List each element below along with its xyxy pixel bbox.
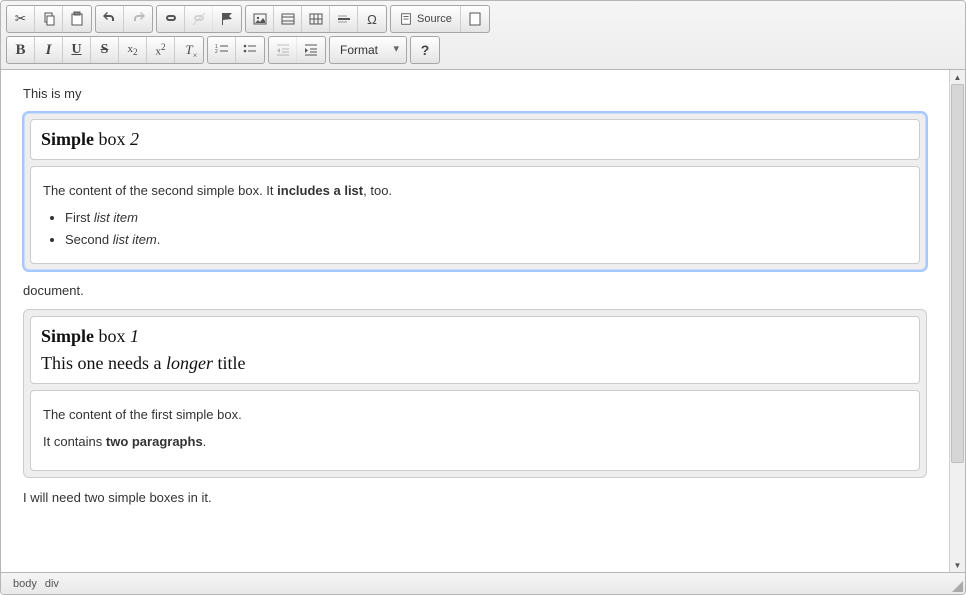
scroll-thumb[interactable] (951, 84, 964, 463)
simple-box-content[interactable]: The content of the second simple box. It… (30, 166, 920, 265)
image-button[interactable] (246, 6, 274, 32)
help-icon: ? (421, 42, 430, 58)
indent-button[interactable] (297, 37, 325, 63)
outdent-icon (275, 42, 291, 58)
bold-button[interactable]: B (7, 37, 35, 63)
toolbar: ✂ Ω Source (1, 1, 965, 70)
unlink-button[interactable] (185, 6, 213, 32)
scroll-track[interactable] (950, 84, 965, 558)
subscript-icon: x2 (127, 43, 137, 57)
content-area: This is my Simple box 2 The content of t… (1, 70, 965, 572)
media-button[interactable] (274, 6, 302, 32)
numbered-list-icon: 12 (214, 42, 230, 58)
copy-button[interactable] (35, 6, 63, 32)
simple-box-title[interactable]: Simple box 1This one needs a longer titl… (30, 316, 920, 384)
scroll-down-arrow[interactable]: ▼ (950, 558, 965, 572)
strike-icon: S (101, 42, 109, 58)
resize-handle[interactable] (952, 581, 963, 592)
subscript-button[interactable]: x2 (119, 37, 147, 63)
hr-button[interactable] (330, 6, 358, 32)
format-label: Format (340, 43, 378, 57)
strike-button[interactable]: S (91, 37, 119, 63)
help-button[interactable]: ? (410, 36, 440, 64)
media-icon (280, 11, 296, 27)
indent-icon (303, 42, 319, 58)
undo-icon (102, 11, 118, 27)
vertical-scrollbar[interactable]: ▲ ▼ (949, 70, 965, 572)
newpage-button[interactable] (461, 6, 489, 32)
indent-group (268, 36, 326, 64)
underline-button[interactable]: U (63, 37, 91, 63)
paste-icon (69, 11, 85, 27)
elementspath-item[interactable]: body (9, 578, 41, 590)
undo-group (95, 5, 153, 33)
bullet-list-button[interactable] (236, 37, 264, 63)
table-icon (308, 11, 324, 27)
superscript-button[interactable]: x2 (147, 37, 175, 63)
simple-box-title[interactable]: Simple box 2 (30, 119, 920, 160)
link-button[interactable] (157, 6, 185, 32)
redo-button[interactable] (124, 6, 152, 32)
simple-box-widget-2[interactable]: Simple box 2 The content of the second s… (23, 112, 927, 272)
flag-icon (219, 11, 235, 27)
toolbar-row-1: ✂ Ω Source (6, 5, 960, 33)
newpage-icon (467, 11, 483, 27)
specialchar-button[interactable]: Ω (358, 6, 386, 32)
paragraph[interactable]: I will need two simple boxes in it. (23, 488, 927, 508)
insert-group: Ω (245, 5, 387, 33)
format-dropdown[interactable]: Format (329, 36, 407, 64)
toolbar-row-2: B I U S x2 x2 T 12 Format ? (6, 36, 960, 64)
italic-icon: I (46, 42, 52, 59)
cut-button[interactable]: ✂ (7, 6, 35, 32)
bullet-list-icon (242, 42, 258, 58)
bold-icon: B (15, 42, 25, 59)
simple-box-content[interactable]: The content of the first simple box.It c… (30, 390, 920, 471)
paragraph[interactable]: document. (23, 281, 927, 301)
outdent-button[interactable] (269, 37, 297, 63)
italic-button[interactable]: I (35, 37, 63, 63)
ckeditor-root: ✂ Ω Source (0, 0, 966, 595)
source-label: Source (417, 13, 452, 25)
basicstyles-group: B I U S x2 x2 T (6, 36, 204, 64)
svg-text:2: 2 (215, 49, 218, 55)
removeformat-icon: T (185, 42, 192, 58)
copy-icon (41, 11, 57, 27)
underline-icon: U (71, 42, 81, 58)
superscript-icon: x2 (155, 42, 165, 58)
editable-content[interactable]: This is my Simple box 2 The content of t… (1, 70, 949, 572)
numbered-list-button[interactable]: 12 (208, 37, 236, 63)
source-group: Source (390, 5, 490, 33)
source-icon (399, 12, 413, 26)
scroll-up-arrow[interactable]: ▲ (950, 70, 965, 84)
image-icon (252, 11, 268, 27)
paragraph[interactable]: This is my (23, 84, 927, 104)
redo-icon (130, 11, 146, 27)
hr-icon (336, 11, 352, 27)
unlink-icon (191, 11, 207, 27)
list-group: 12 (207, 36, 265, 64)
link-group (156, 5, 242, 33)
elementspath-item[interactable]: div (41, 578, 63, 590)
link-icon (163, 11, 179, 27)
undo-button[interactable] (96, 6, 124, 32)
source-button[interactable]: Source (391, 6, 461, 32)
status-bar: body div (1, 572, 965, 594)
anchor-button[interactable] (213, 6, 241, 32)
clipboard-group: ✂ (6, 5, 92, 33)
cut-icon: ✂ (15, 11, 26, 27)
removeformat-button[interactable]: T (175, 37, 203, 63)
omega-icon: Ω (367, 12, 377, 27)
table-button[interactable] (302, 6, 330, 32)
paste-button[interactable] (63, 6, 91, 32)
simple-box-widget-1[interactable]: Simple box 1This one needs a longer titl… (23, 309, 927, 478)
